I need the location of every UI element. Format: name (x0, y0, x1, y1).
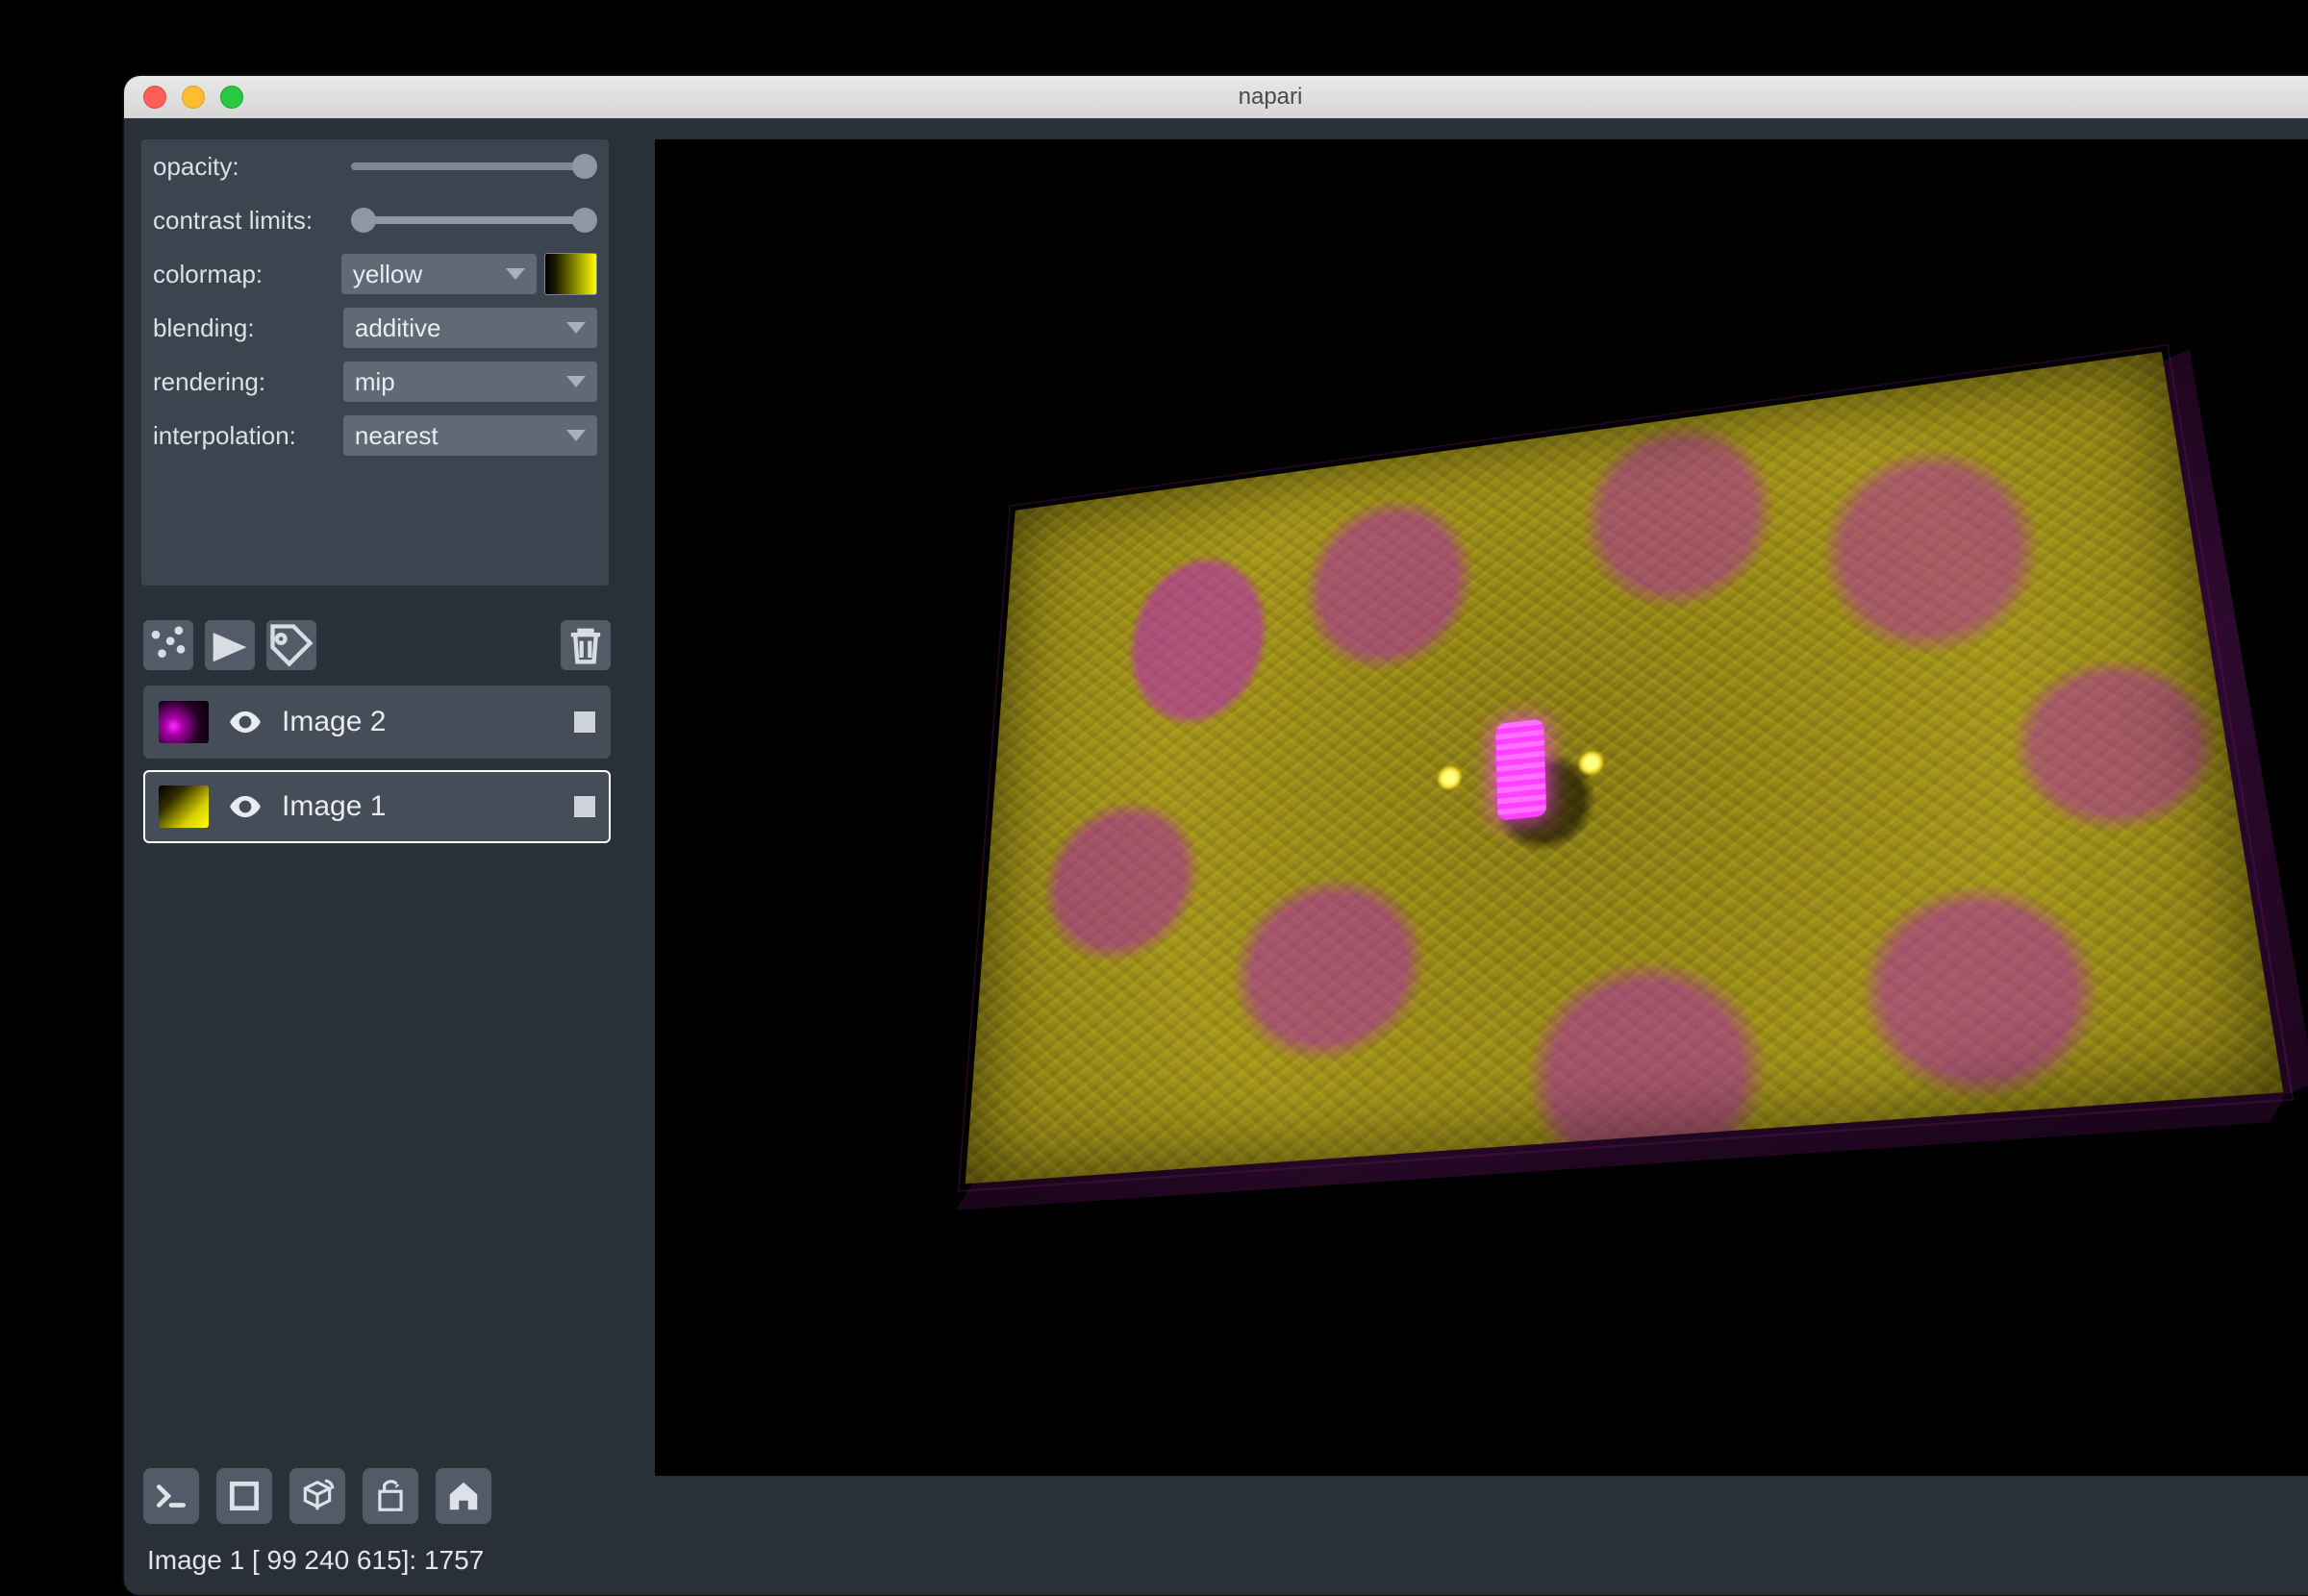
interpolation-value: nearest (355, 421, 566, 451)
delete-layer-button[interactable] (561, 620, 611, 670)
colormap-dropdown[interactable]: yellow (341, 254, 537, 294)
toggle-ndisplay-button[interactable] (216, 1468, 272, 1524)
visibility-toggle[interactable] (226, 703, 264, 741)
chevron-down-icon (566, 430, 586, 441)
layer-type-icon (574, 711, 595, 733)
viewer-canvas[interactable] (655, 139, 2308, 1476)
status-bar: Image 1 [ 99 240 615]: 1757 (147, 1545, 484, 1576)
zoom-window-button[interactable] (220, 86, 243, 109)
trash-icon (561, 620, 611, 670)
window-title: napari (124, 84, 2308, 111)
blending-label: blending: (153, 313, 343, 343)
interpolation-label: interpolation: (153, 421, 343, 451)
chevron-down-icon (506, 268, 525, 280)
app-window: napari opacity: contrast limits: (123, 75, 2308, 1596)
rendering-value: mip (355, 367, 566, 397)
transpose-icon (372, 1478, 409, 1514)
interpolation-dropdown[interactable]: nearest (343, 415, 597, 456)
colormap-value: yellow (353, 260, 506, 289)
eye-icon (227, 704, 263, 740)
roll-dims-button[interactable] (289, 1468, 345, 1524)
new-shapes-layer-button[interactable] (205, 620, 255, 670)
layer-controls-panel: opacity: contrast limits: colormap: (141, 139, 609, 586)
square-icon (226, 1478, 263, 1514)
chevron-down-icon (566, 376, 586, 387)
rendered-volume (966, 352, 2284, 1185)
minimize-window-button[interactable] (182, 86, 205, 109)
layer-thumbnail (159, 786, 209, 828)
home-icon (445, 1478, 482, 1514)
colormap-swatch[interactable] (544, 253, 597, 295)
contrast-limits-slider[interactable] (351, 206, 597, 235)
layer-name: Image 1 (282, 790, 557, 823)
close-window-button[interactable] (143, 86, 166, 109)
opacity-label: opacity: (153, 152, 351, 182)
layer-tools (143, 618, 611, 672)
shapes-icon (205, 620, 255, 670)
app-content: opacity: contrast limits: colormap: (124, 118, 2308, 1595)
colormap-label: colormap: (153, 260, 341, 289)
layer-type-icon (574, 796, 595, 817)
opacity-slider[interactable] (351, 152, 597, 181)
transpose-dims-button[interactable] (363, 1468, 418, 1524)
chevron-down-icon (566, 322, 586, 334)
blending-dropdown[interactable]: additive (343, 308, 597, 348)
new-labels-layer-button[interactable] (266, 620, 316, 670)
layer-item-image-1[interactable]: Image 1 (143, 770, 611, 843)
titlebar: napari (124, 76, 2308, 119)
cube-roll-icon (299, 1478, 336, 1514)
window-controls (143, 86, 243, 109)
layer-thumbnail (159, 701, 209, 743)
points-icon (143, 620, 193, 670)
visibility-toggle[interactable] (226, 787, 264, 826)
contrast-limits-label: contrast limits: (153, 206, 351, 236)
blending-value: additive (355, 313, 566, 343)
layer-item-image-2[interactable]: Image 2 (143, 686, 611, 759)
console-icon (153, 1478, 189, 1514)
layer-list: Image 2 Image 1 (143, 686, 611, 855)
toggle-console-button[interactable] (143, 1468, 199, 1524)
new-points-layer-button[interactable] (143, 620, 193, 670)
layer-name: Image 2 (282, 706, 557, 738)
rendering-dropdown[interactable]: mip (343, 362, 597, 402)
eye-icon (227, 788, 263, 825)
reset-view-button[interactable] (436, 1468, 491, 1524)
viewer-buttons (143, 1468, 491, 1524)
rendering-label: rendering: (153, 367, 343, 397)
labels-icon (266, 620, 316, 670)
